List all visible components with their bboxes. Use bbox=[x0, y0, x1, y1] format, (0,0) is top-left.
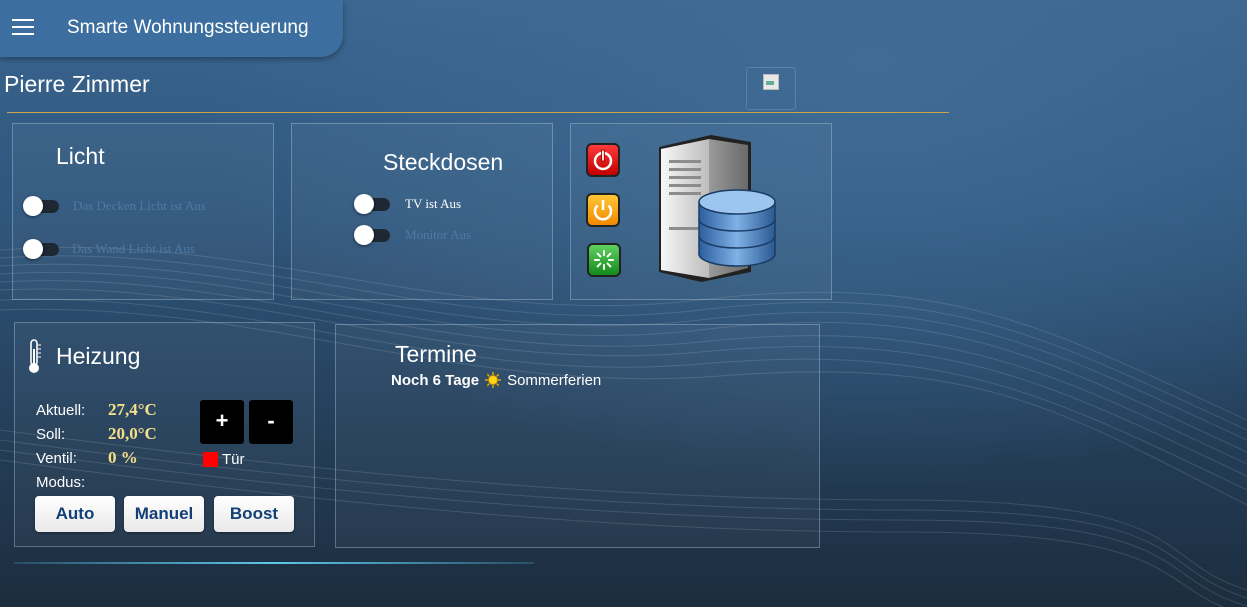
standby-button[interactable] bbox=[586, 193, 620, 227]
events-panel: Termine Noch 6 Tage Sommerferien bbox=[335, 324, 820, 548]
standby-icon bbox=[593, 200, 613, 221]
title-divider bbox=[7, 112, 949, 113]
monitor-label: Monitor Aus bbox=[405, 227, 472, 242]
glow-divider bbox=[14, 562, 534, 564]
door-label: Tür bbox=[222, 451, 245, 468]
tv-label: TV ist Aus bbox=[405, 196, 462, 211]
monitor-toggle[interactable] bbox=[354, 225, 392, 245]
server-panel bbox=[570, 123, 832, 300]
target-temp-value: 20,0°C bbox=[108, 424, 157, 443]
app-header: Smarte Wohnungssteuerung bbox=[0, 0, 343, 57]
event-title: Sommerferien bbox=[507, 371, 602, 389]
ceiling-light-label: Das Decken Licht ist Aus bbox=[73, 198, 206, 213]
sockets-panel: Steckdosen TV ist Aus Monitor Aus bbox=[291, 123, 553, 300]
sockets-panel-title: Steckdosen bbox=[383, 149, 504, 175]
event-entry: Noch 6 Tage Sommerferien bbox=[391, 371, 601, 389]
wall-light-toggle[interactable] bbox=[23, 239, 61, 259]
light-panel-title: Licht bbox=[56, 143, 105, 169]
heating-panel-title: Heizung bbox=[56, 343, 141, 369]
power-off-icon bbox=[593, 149, 613, 171]
mode-label: Modus: bbox=[36, 474, 86, 491]
power-off-button[interactable] bbox=[586, 143, 620, 177]
ceiling-light-toggle[interactable] bbox=[23, 196, 61, 216]
temp-minus-button[interactable]: - bbox=[249, 400, 293, 444]
restart-button[interactable] bbox=[587, 243, 621, 277]
room-title: Pierre Zimmer bbox=[4, 71, 150, 97]
valve-label: Ventil: bbox=[36, 450, 77, 467]
sun-icon bbox=[485, 372, 502, 388]
current-temp-label: Aktuell: bbox=[36, 402, 86, 419]
mode-auto-button[interactable]: Auto bbox=[35, 496, 115, 532]
current-temp-value: 27,4°C bbox=[108, 400, 157, 419]
door-status-indicator bbox=[203, 452, 218, 467]
light-panel: Licht Das Decken Licht ist Aus Das Wand … bbox=[12, 123, 274, 300]
restart-icon bbox=[594, 250, 614, 270]
server-database-icon bbox=[659, 135, 776, 282]
events-panel-title: Termine bbox=[395, 341, 477, 367]
thermometer-icon bbox=[29, 339, 41, 373]
heating-panel: Heizung Aktuell: 27,4°C Soll: 20,0°C Ven… bbox=[14, 322, 315, 547]
broken-image-icon bbox=[746, 67, 796, 110]
target-temp-label: Soll: bbox=[36, 426, 66, 443]
mode-manual-button[interactable]: Manuel bbox=[124, 496, 204, 532]
tv-toggle[interactable] bbox=[354, 194, 392, 214]
hamburger-menu-icon[interactable] bbox=[12, 19, 34, 37]
app-title: Smarte Wohnungssteuerung bbox=[67, 17, 309, 38]
mode-boost-button[interactable]: Boost bbox=[214, 496, 294, 532]
valve-value: 0 % bbox=[108, 448, 138, 467]
temp-plus-button[interactable]: + bbox=[200, 400, 244, 444]
event-countdown: Noch 6 Tage bbox=[391, 371, 480, 389]
wall-light-label: Das Wand Licht ist Aus bbox=[72, 241, 195, 256]
